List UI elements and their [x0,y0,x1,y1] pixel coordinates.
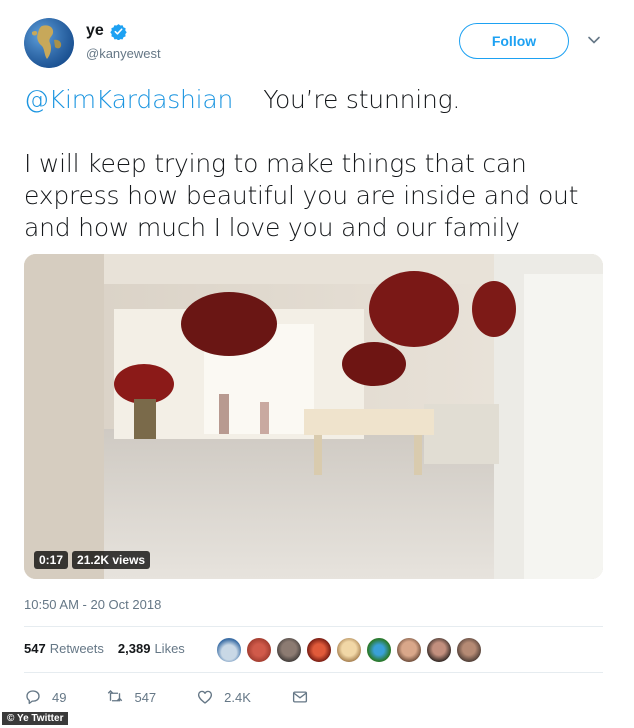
reply-button[interactable]: 49 [24,688,66,706]
retweet-button[interactable]: 547 [106,688,156,706]
liker-avatar[interactable] [246,637,272,663]
tweet-card: ye @kanyewest Follow @KimKardashian You’r… [0,0,634,728]
video-badges: 0:17 21.2K views [34,551,151,569]
video-thumbnail [24,254,603,579]
verified-badge-icon [110,23,127,40]
reply-icon [26,690,40,705]
likes-count[interactable]: 2,389 [118,641,151,656]
like-button[interactable]: 2.4K [196,688,251,706]
retweet-icon [108,690,123,702]
tweet-body: I will keep trying to make things that c… [24,149,579,242]
video-views: 21.2K views [72,551,151,569]
follow-button[interactable]: Follow [459,23,569,59]
divider [24,626,603,627]
reply-count: 49 [52,689,67,705]
message-button[interactable] [291,688,309,706]
retweet-count: 547 [134,689,157,705]
like-count: 2.4K [224,689,251,705]
heart-icon [198,690,213,704]
liker-avatar[interactable] [426,637,452,663]
liker-avatar[interactable] [396,637,422,663]
avatar[interactable] [24,18,74,68]
liker-avatar[interactable] [366,637,392,663]
liker-avatar[interactable] [336,637,362,663]
globe-icon [24,18,74,68]
tweet-stats: 547 Retweets 2,389 Likes [24,641,185,656]
watermark: © Ye Twitter [2,712,69,725]
liker-avatar[interactable] [276,637,302,663]
chevron-down-icon[interactable] [586,32,602,48]
video-player[interactable]: 0:17 21.2K views [24,254,603,579]
liker-avatars [216,637,482,663]
display-name[interactable]: ye [86,22,104,40]
user-handle[interactable]: @kanyewest [86,46,161,61]
envelope-icon [292,691,307,703]
likes-label[interactable]: Likes [154,641,184,656]
divider [24,672,603,673]
mention-link[interactable]: @KimKardashian [24,85,233,114]
tweet-actions: 49 547 2.4K [24,688,349,706]
tweet-timestamp[interactable]: 10:50 AM - 20 Oct 2018 [24,597,161,612]
tweet-text: @KimKardashian You’re stunning. I will ke… [24,84,614,244]
liker-avatar[interactable] [306,637,332,663]
retweets-count[interactable]: 547 [24,641,46,656]
tweet-first-line: @KimKardashian You’re stunning. [24,84,614,116]
liker-avatar[interactable] [216,637,242,663]
retweets-label[interactable]: Retweets [50,641,104,656]
tweet-first-line-text: You’re stunning. [263,85,461,114]
liker-avatar[interactable] [456,637,482,663]
video-duration: 0:17 [34,551,69,569]
name-row: ye [86,22,127,40]
